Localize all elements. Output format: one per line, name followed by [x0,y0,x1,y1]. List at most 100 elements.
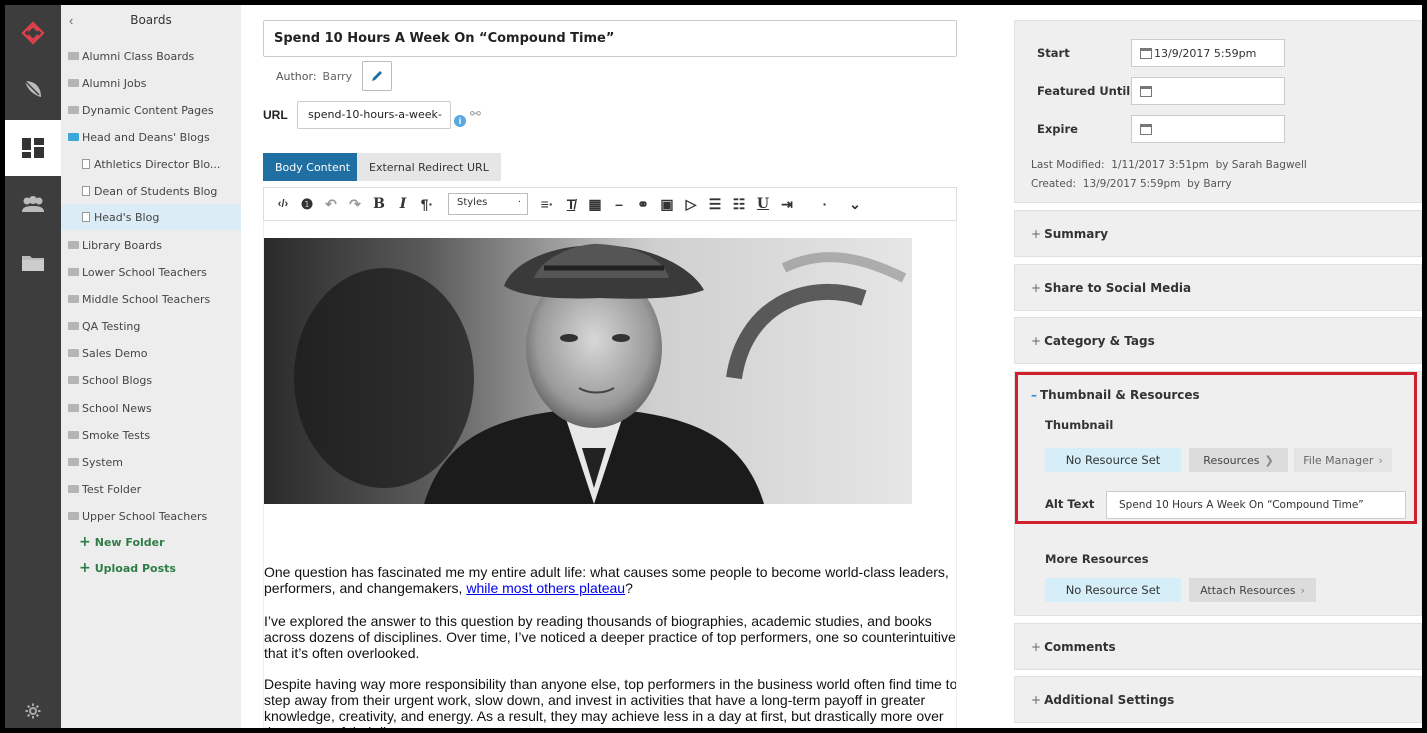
calendar-icon [1140,85,1152,97]
tree-item-middle-school-teachers[interactable]: Middle School Teachers [68,288,210,310]
more-dropdown-icon[interactable]: · [814,193,836,215]
tree-item-smoke-tests[interactable]: Smoke Tests [68,424,150,446]
folder-icon[interactable] [5,235,61,291]
paragraph-2: I’ve explored the answer to this questio… [264,613,956,661]
thumbnail-resources-section: – Thumbnail & Resources Thumbnail No Reso… [1014,371,1422,616]
plus-icon: + [79,534,91,550]
numbered-list-icon[interactable]: ☷ [728,193,750,215]
tree-item-alumni-class-boards[interactable]: Alumni Class Boards [68,45,194,67]
chevron-down-icon[interactable]: ⌄ [844,193,866,215]
tree-item-school-news[interactable]: School News [68,397,152,419]
tree-item-system[interactable]: System [68,451,123,473]
calendar-icon [1140,123,1152,135]
author-line: Author: Barry [276,70,352,83]
tree-item-athletics-director-blog[interactable]: Athletics Director Blo... [82,153,220,175]
boards-tree: ‹ Boards Alumni Class Boards Alumni Jobs… [61,5,241,728]
bold-icon[interactable]: B [368,193,390,215]
folder-icon [68,295,79,303]
share-section[interactable]: + Share to Social Media [1014,264,1422,311]
chevron-right-icon: ❯ [1264,453,1274,467]
table-icon[interactable]: ▦ [584,193,606,215]
featured-until-input[interactable] [1131,77,1285,105]
category-tags-section[interactable]: + Category & Tags [1014,317,1422,364]
tree-item-test-folder[interactable]: Test Folder [68,478,141,500]
tab-body-content[interactable]: Body Content [263,153,363,181]
link-insert-icon[interactable]: ⚭ [632,193,654,215]
editor-body[interactable]: One question has fascinated me my entire… [263,221,957,728]
expand-plus-icon: + [1031,227,1042,241]
feather-icon[interactable] [5,61,61,117]
caret-icon: · [517,197,521,208]
tree-item-dynamic-content-pages[interactable]: Dynamic Content Pages [68,99,214,121]
chevron-right-icon: › [1300,583,1305,597]
tree-header: ‹ Boards [61,5,241,35]
tree-item-upper-school-teachers[interactable]: Upper School Teachers [68,505,207,527]
more-resources-no-resource: No Resource Set [1045,578,1181,602]
author-label: Author: [276,70,317,83]
board-icon [82,159,90,169]
settings-icon[interactable] [5,695,61,727]
collapse-minus-icon: – [1031,388,1037,402]
accessibility-icon[interactable]: ❶ [296,193,318,215]
align-icon[interactable]: ≡· [536,193,558,215]
board-icon [82,186,90,196]
tab-external-redirect-url[interactable]: External Redirect URL [357,153,501,181]
folder-icon [68,52,79,60]
edison-photo [264,238,912,504]
image-icon[interactable]: ▣ [656,193,678,215]
alt-text-input[interactable]: Spend 10 Hours A Week On “Compound Time” [1106,491,1406,519]
styles-select[interactable]: Styles · [448,193,528,215]
horizontal-rule-icon[interactable]: – [608,193,630,215]
comments-section[interactable]: + Comments [1014,623,1422,670]
icon-rail [5,5,61,728]
tree-title: Boards [130,13,172,27]
link-icon[interactable]: ⚯ [470,106,481,122]
italic-icon[interactable]: I [392,193,414,215]
tree-item-school-blogs[interactable]: School Blogs [68,369,152,391]
media-icon[interactable]: ▷ [680,193,702,215]
url-input[interactable]: spend-10-hours-a-week- [297,101,451,129]
tree-item-alumni-jobs[interactable]: Alumni Jobs [68,72,146,94]
summary-section[interactable]: + Summary [1014,210,1422,257]
additional-settings-section[interactable]: + Additional Settings [1014,676,1422,723]
new-folder-button[interactable]: + New Folder [79,534,165,550]
url-label: URL [263,108,288,122]
info-icon[interactable]: i [454,115,466,127]
people-icon[interactable] [5,177,61,233]
folder-icon [68,322,79,330]
tree-item-lower-school-teachers[interactable]: Lower School Teachers [68,261,207,283]
settings-panel: Start 13/9/2017 5:59pm Featured Until Ex… [1001,5,1422,728]
tree-item-sales-demo[interactable]: Sales Demo [68,342,147,364]
tree-item-qa-testing[interactable]: QA Testing [68,315,140,337]
thumbnail-no-resource: No Resource Set [1045,448,1181,472]
file-manager-button[interactable]: File Manager › [1294,448,1392,472]
clear-format-icon[interactable]: T̸ [560,193,582,215]
start-date-input[interactable]: 13/9/2017 5:59pm [1131,39,1285,67]
tree-item-heads-blog[interactable]: Head's Blog [61,204,241,230]
indent-icon[interactable]: ⇥ [776,193,798,215]
tree-item-dean-of-students-blog[interactable]: Dean of Students Blog [82,180,217,202]
post-title-input[interactable]: Spend 10 Hours A Week On “Compound Time” [263,20,957,57]
paragraph-icon[interactable]: ¶· [416,193,438,215]
resources-button[interactable]: Resources ❯ [1189,448,1288,472]
thumbnail-label: Thumbnail [1045,418,1114,432]
dashboard-icon[interactable] [5,120,61,176]
edit-author-button[interactable] [362,61,392,91]
tree-item-library-boards[interactable]: Library Boards [68,234,162,256]
redo-icon[interactable]: ↷ [344,193,366,215]
open-folder-icon [68,133,79,141]
source-code-icon[interactable]: ‹/› [272,193,294,215]
plateau-link[interactable]: while most others plateau [466,580,625,596]
thumbnail-resources-header[interactable]: – Thumbnail & Resources [1031,388,1200,402]
bullet-list-icon[interactable]: ☰ [704,193,726,215]
logo-icon[interactable] [5,5,61,61]
attach-resources-button[interactable]: Attach Resources › [1189,578,1316,602]
folder-icon [68,376,79,384]
underline-icon[interactable]: U [752,193,774,215]
tree-item-head-and-deans-blogs[interactable]: Head and Deans' Blogs [68,126,210,148]
folder-icon [68,404,79,412]
folder-icon [68,79,79,87]
undo-icon[interactable]: ↶ [320,193,342,215]
expire-input[interactable] [1131,115,1285,143]
upload-posts-button[interactable]: + Upload Posts [79,560,176,576]
